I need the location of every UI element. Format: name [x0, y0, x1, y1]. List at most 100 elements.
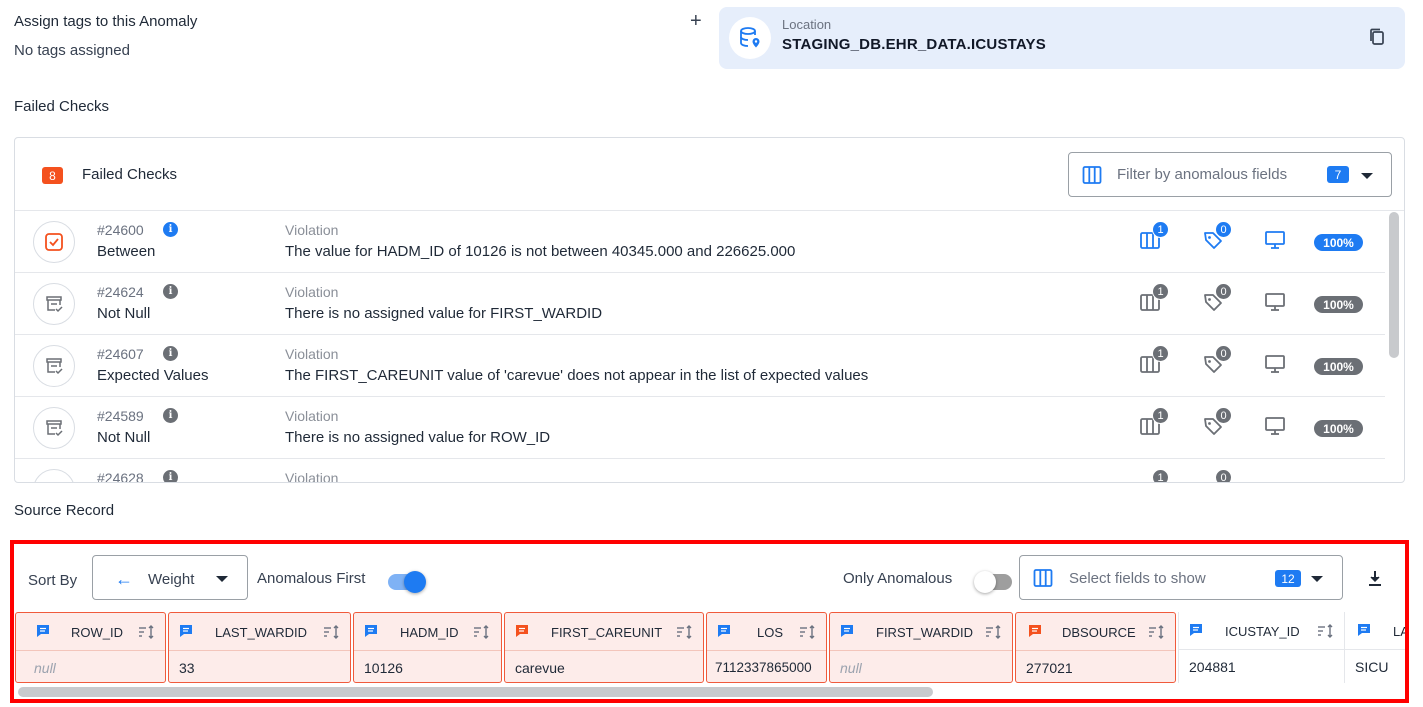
only-anomalous-toggle[interactable]: [974, 571, 1012, 593]
fields-count-icon[interactable]: 1: [1139, 221, 1169, 255]
source-record-title: Source Record: [14, 502, 115, 519]
tags-title: Assign tags to this Anomaly: [14, 13, 198, 30]
monitor-icon[interactable]: [1264, 229, 1290, 255]
sort-by-label: Sort By: [28, 572, 78, 589]
filter-anomalous-fields-select[interactable]: Filter by anomalous fields 7: [1068, 152, 1392, 197]
failed-check-row[interactable]: #24589 i Not Null Violation There is no …: [15, 397, 1385, 459]
fields-count-icon[interactable]: 1: [1139, 469, 1169, 482]
fields-count-badge: 1: [1152, 407, 1169, 424]
column-name: FIRST_WARDID: [876, 625, 974, 640]
anomalous-first-toggle[interactable]: [388, 571, 426, 593]
fields-count-icon[interactable]: 1: [1139, 345, 1169, 379]
filter-count-badge: 7: [1327, 166, 1349, 183]
sort-icon[interactable]: [138, 625, 156, 639]
database-location-icon: [729, 17, 771, 59]
fields-count-icon[interactable]: 1: [1139, 283, 1169, 317]
column-name: HADM_ID: [400, 625, 459, 640]
column-header[interactable]: LOS: [707, 613, 826, 651]
check-id: #24600: [97, 222, 144, 238]
failed-checks-section-title: Failed Checks: [14, 98, 110, 115]
failed-check-row[interactable]: #24600 i Between Violation The value for…: [15, 211, 1385, 273]
column-header[interactable]: FIRST_CAREUNIT: [505, 613, 703, 651]
copy-icon[interactable]: [1367, 27, 1387, 47]
column-hadm-id: HADM_ID 10126: [353, 612, 502, 683]
info-icon[interactable]: i: [163, 222, 178, 237]
sort-icon[interactable]: [323, 625, 341, 639]
info-icon[interactable]: i: [163, 408, 178, 423]
between-check-icon: [33, 221, 75, 263]
violation-label: Violation: [285, 470, 339, 483]
column-la: LA SICU: [1344, 612, 1405, 683]
sort-icon[interactable]: [676, 625, 694, 639]
chevron-down-icon: [1311, 576, 1323, 582]
table-horizontal-scrollbar[interactable]: [18, 687, 933, 697]
column-header[interactable]: ICUSTAY_ID: [1179, 612, 1344, 650]
tag-icon[interactable]: 0: [1202, 469, 1232, 482]
sort-icon[interactable]: [799, 625, 817, 639]
failed-check-row[interactable]: #24624 i Not Null Violation There is no …: [15, 273, 1385, 335]
failed-checks-scrollbar[interactable]: [1389, 212, 1399, 358]
comment-icon: [1190, 624, 1202, 636]
tags-count-badge: 0: [1215, 345, 1232, 362]
failed-checks-header: 8 Failed Checks Filter by anomalous fiel…: [15, 138, 1404, 211]
sort-icon[interactable]: [473, 625, 491, 639]
info-icon[interactable]: i: [163, 470, 178, 482]
check-name: Not Null: [97, 305, 151, 322]
fields-count-badge: 1: [1152, 221, 1169, 238]
column-header[interactable]: FIRST_WARDID: [830, 613, 1012, 651]
cell-value: 10126: [364, 660, 403, 676]
violation-label: Violation: [285, 346, 339, 362]
location-card: Location STAGING_DB.EHR_DATA.ICUSTAYS: [719, 7, 1405, 69]
failed-check-row[interactable]: #24628 i Violation 1 0: [15, 459, 1385, 483]
fields-count-badge: 12: [1275, 570, 1301, 587]
tags-status: No tags assigned: [14, 42, 130, 59]
sort-icon[interactable]: [985, 625, 1003, 639]
tag-icon[interactable]: 0: [1202, 221, 1232, 255]
fields-placeholder: Select fields to show: [1069, 570, 1206, 587]
source-record-table: ROW_ID null LAST_WARDID 33 HADM_ID 10126: [15, 612, 1405, 683]
sort-icon[interactable]: [1317, 624, 1335, 638]
percent-badge: 100%: [1314, 358, 1363, 375]
failed-checks-list[interactable]: #24600 i Between Violation The value for…: [15, 211, 1385, 483]
column-header[interactable]: LAST_WARDID: [169, 613, 350, 651]
fields-count-icon[interactable]: 1: [1139, 407, 1169, 441]
cell-value: carevue: [515, 660, 565, 676]
failed-check-row[interactable]: #24607 i Expected Values Violation The F…: [15, 335, 1385, 397]
sort-icon[interactable]: [1148, 625, 1166, 639]
location-value: STAGING_DB.EHR_DATA.ICUSTAYS: [782, 36, 1046, 53]
column-header[interactable]: ROW_ID: [16, 613, 165, 651]
check-id: #24624: [97, 284, 144, 300]
select-fields-to-show[interactable]: Select fields to show 12: [1019, 555, 1343, 600]
location-label: Location: [782, 17, 832, 32]
tag-icon[interactable]: 0: [1202, 407, 1232, 441]
toggle-knob: [974, 571, 996, 593]
not-null-check-icon: [33, 283, 75, 325]
tag-icon[interactable]: 0: [1202, 283, 1232, 317]
sort-by-select[interactable]: ← Weight: [92, 555, 248, 600]
check-name: Not Null: [97, 429, 151, 446]
column-row-id: ROW_ID null: [15, 612, 166, 683]
column-header[interactable]: LA: [1345, 612, 1405, 650]
cell-value: SICU: [1355, 659, 1389, 675]
columns-icon: [1033, 569, 1053, 587]
column-name: FIRST_CAREUNIT: [551, 625, 663, 640]
monitor-icon[interactable]: [1264, 353, 1290, 379]
not-null-check-icon: [33, 407, 75, 449]
download-icon[interactable]: [1367, 569, 1383, 587]
add-tag-button[interactable]: +: [690, 10, 702, 33]
toggle-knob: [404, 571, 426, 593]
check-name: Expected Values: [97, 367, 209, 384]
sort-value: Weight: [148, 571, 195, 588]
monitor-icon[interactable]: [1264, 415, 1290, 441]
column-header[interactable]: DBSOURCE: [1016, 613, 1175, 651]
failed-checks-card: 8 Failed Checks Filter by anomalous fiel…: [14, 137, 1405, 483]
info-icon[interactable]: i: [163, 346, 178, 361]
comment-icon: [718, 625, 730, 637]
tags-count-badge: 0: [1215, 283, 1232, 300]
info-icon[interactable]: i: [163, 284, 178, 299]
tags-count-badge: 0: [1215, 407, 1232, 424]
monitor-icon[interactable]: [1264, 291, 1290, 317]
tag-icon[interactable]: 0: [1202, 345, 1232, 379]
column-header[interactable]: HADM_ID: [354, 613, 501, 651]
check-id: #24589: [97, 408, 144, 424]
